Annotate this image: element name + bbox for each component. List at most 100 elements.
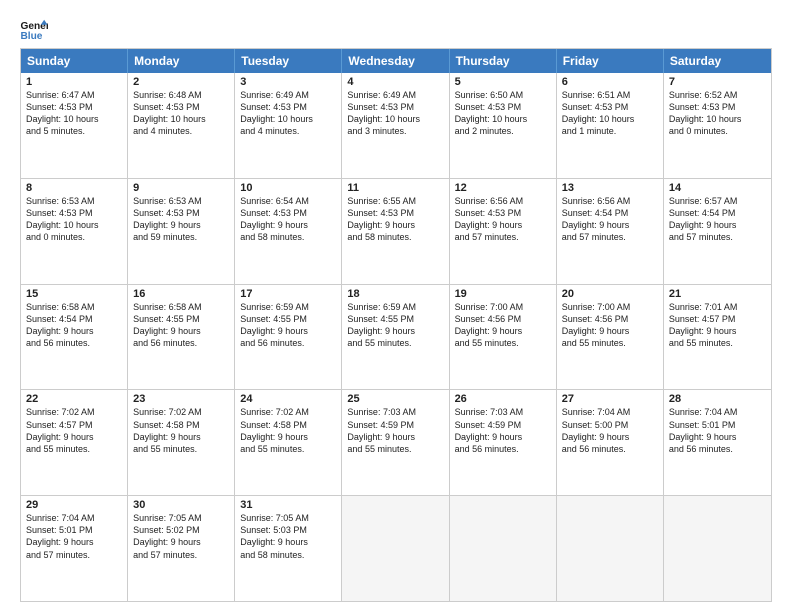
calendar-cell: 24Sunrise: 7:02 AMSunset: 4:58 PMDayligh… xyxy=(235,390,342,495)
cell-line: Sunset: 5:02 PM xyxy=(133,524,229,536)
cell-line: and 55 minutes. xyxy=(562,337,658,349)
cell-line: Sunrise: 6:53 AM xyxy=(26,195,122,207)
logo-icon: General Blue xyxy=(20,18,48,40)
header-cell: Monday xyxy=(128,49,235,73)
cell-line: and 55 minutes. xyxy=(26,443,122,455)
cell-line: Daylight: 9 hours xyxy=(562,325,658,337)
cell-line: and 57 minutes. xyxy=(455,231,551,243)
header-cell: Friday xyxy=(557,49,664,73)
header: General Blue xyxy=(20,18,772,40)
cell-line: Sunset: 4:53 PM xyxy=(347,101,443,113)
cell-line: and 1 minute. xyxy=(562,125,658,137)
cell-line: Sunrise: 6:55 AM xyxy=(347,195,443,207)
header-cell: Saturday xyxy=(664,49,771,73)
cell-line: Sunset: 4:55 PM xyxy=(133,313,229,325)
cell-line: and 59 minutes. xyxy=(133,231,229,243)
cell-line: and 4 minutes. xyxy=(133,125,229,137)
calendar-page: General Blue SundayMondayTuesdayWednesda… xyxy=(0,0,792,612)
cell-line: Sunrise: 6:56 AM xyxy=(455,195,551,207)
cell-line: Daylight: 9 hours xyxy=(133,325,229,337)
cell-line: and 57 minutes. xyxy=(562,231,658,243)
calendar-cell: 11Sunrise: 6:55 AMSunset: 4:53 PMDayligh… xyxy=(342,179,449,284)
cell-line: Sunset: 4:57 PM xyxy=(669,313,766,325)
day-number: 5 xyxy=(455,76,551,88)
calendar-cell: 28Sunrise: 7:04 AMSunset: 5:01 PMDayligh… xyxy=(664,390,771,495)
day-number: 31 xyxy=(240,499,336,511)
cell-line: Sunset: 4:53 PM xyxy=(240,101,336,113)
cell-line: Daylight: 9 hours xyxy=(133,219,229,231)
cell-line: Sunrise: 6:50 AM xyxy=(455,89,551,101)
cell-line: Sunrise: 7:04 AM xyxy=(562,406,658,418)
cell-line: Sunset: 4:53 PM xyxy=(347,207,443,219)
calendar-cell xyxy=(664,496,771,601)
calendar-cell: 17Sunrise: 6:59 AMSunset: 4:55 PMDayligh… xyxy=(235,285,342,390)
cell-line: Sunrise: 6:48 AM xyxy=(133,89,229,101)
calendar-row: 22Sunrise: 7:02 AMSunset: 4:57 PMDayligh… xyxy=(21,390,771,496)
cell-line: and 5 minutes. xyxy=(26,125,122,137)
cell-line: and 58 minutes. xyxy=(347,231,443,243)
calendar-cell: 23Sunrise: 7:02 AMSunset: 4:58 PMDayligh… xyxy=(128,390,235,495)
cell-line: Sunrise: 6:57 AM xyxy=(669,195,766,207)
day-number: 26 xyxy=(455,393,551,405)
calendar-cell: 21Sunrise: 7:01 AMSunset: 4:57 PMDayligh… xyxy=(664,285,771,390)
calendar-row: 1Sunrise: 6:47 AMSunset: 4:53 PMDaylight… xyxy=(21,73,771,179)
cell-line: Sunset: 4:53 PM xyxy=(133,207,229,219)
cell-line: Sunset: 4:58 PM xyxy=(240,419,336,431)
cell-line: Sunset: 4:59 PM xyxy=(455,419,551,431)
cell-line: Sunrise: 6:53 AM xyxy=(133,195,229,207)
calendar-cell: 8Sunrise: 6:53 AMSunset: 4:53 PMDaylight… xyxy=(21,179,128,284)
cell-line: and 57 minutes. xyxy=(26,549,122,561)
day-number: 30 xyxy=(133,499,229,511)
calendar-cell: 3Sunrise: 6:49 AMSunset: 4:53 PMDaylight… xyxy=(235,73,342,178)
cell-line: and 56 minutes. xyxy=(669,443,766,455)
cell-line: and 57 minutes. xyxy=(133,549,229,561)
day-number: 4 xyxy=(347,76,443,88)
calendar-cell: 30Sunrise: 7:05 AMSunset: 5:02 PMDayligh… xyxy=(128,496,235,601)
cell-line: Sunset: 4:53 PM xyxy=(26,101,122,113)
cell-line: Sunrise: 6:47 AM xyxy=(26,89,122,101)
calendar-cell: 29Sunrise: 7:04 AMSunset: 5:01 PMDayligh… xyxy=(21,496,128,601)
day-number: 3 xyxy=(240,76,336,88)
cell-line: Daylight: 10 hours xyxy=(133,113,229,125)
day-number: 29 xyxy=(26,499,122,511)
cell-line: and 58 minutes. xyxy=(240,231,336,243)
cell-line: Daylight: 10 hours xyxy=(347,113,443,125)
cell-line: Sunrise: 6:49 AM xyxy=(347,89,443,101)
cell-line: Sunrise: 7:00 AM xyxy=(562,301,658,313)
cell-line: Sunset: 4:55 PM xyxy=(240,313,336,325)
calendar-cell xyxy=(342,496,449,601)
calendar-cell: 13Sunrise: 6:56 AMSunset: 4:54 PMDayligh… xyxy=(557,179,664,284)
cell-line: Sunset: 4:53 PM xyxy=(26,207,122,219)
cell-line: and 56 minutes. xyxy=(26,337,122,349)
day-number: 1 xyxy=(26,76,122,88)
cell-line: Sunrise: 6:54 AM xyxy=(240,195,336,207)
cell-line: Sunset: 5:01 PM xyxy=(669,419,766,431)
cell-line: Daylight: 9 hours xyxy=(240,431,336,443)
calendar-cell: 7Sunrise: 6:52 AMSunset: 4:53 PMDaylight… xyxy=(664,73,771,178)
day-number: 6 xyxy=(562,76,658,88)
cell-line: Sunset: 4:53 PM xyxy=(669,101,766,113)
cell-line: Daylight: 10 hours xyxy=(26,219,122,231)
day-number: 10 xyxy=(240,182,336,194)
cell-line: Sunrise: 6:59 AM xyxy=(240,301,336,313)
calendar-header: SundayMondayTuesdayWednesdayThursdayFrid… xyxy=(21,49,771,73)
cell-line: Sunrise: 6:51 AM xyxy=(562,89,658,101)
day-number: 24 xyxy=(240,393,336,405)
cell-line: Sunset: 5:01 PM xyxy=(26,524,122,536)
cell-line: Daylight: 9 hours xyxy=(26,325,122,337)
cell-line: and 0 minutes. xyxy=(26,231,122,243)
calendar-cell: 12Sunrise: 6:56 AMSunset: 4:53 PMDayligh… xyxy=(450,179,557,284)
cell-line: and 56 minutes. xyxy=(562,443,658,455)
calendar: SundayMondayTuesdayWednesdayThursdayFrid… xyxy=(20,48,772,602)
cell-line: Sunset: 4:58 PM xyxy=(133,419,229,431)
cell-line: Sunset: 4:57 PM xyxy=(26,419,122,431)
calendar-cell: 14Sunrise: 6:57 AMSunset: 4:54 PMDayligh… xyxy=(664,179,771,284)
cell-line: Sunrise: 7:02 AM xyxy=(240,406,336,418)
cell-line: Sunrise: 7:03 AM xyxy=(455,406,551,418)
day-number: 7 xyxy=(669,76,766,88)
calendar-cell: 26Sunrise: 7:03 AMSunset: 4:59 PMDayligh… xyxy=(450,390,557,495)
cell-line: Sunrise: 7:02 AM xyxy=(26,406,122,418)
cell-line: Sunset: 4:54 PM xyxy=(26,313,122,325)
header-cell: Tuesday xyxy=(235,49,342,73)
day-number: 9 xyxy=(133,182,229,194)
